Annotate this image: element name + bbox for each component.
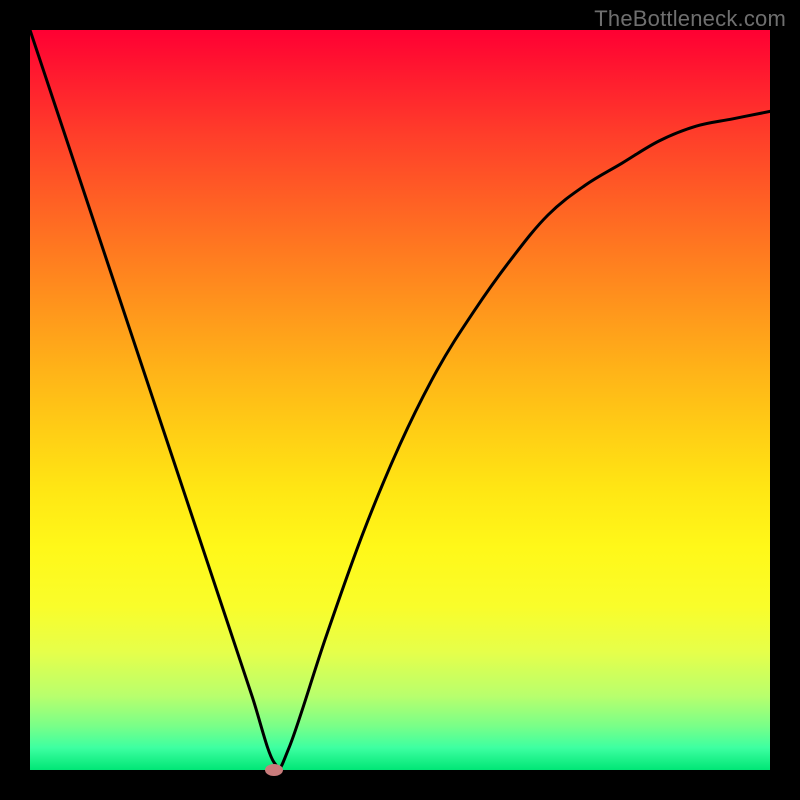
chart-frame: TheBottleneck.com	[0, 0, 800, 800]
plot-area	[30, 30, 770, 770]
curve-layer	[30, 30, 770, 770]
bottleneck-curve	[30, 30, 770, 768]
watermark-text: TheBottleneck.com	[594, 6, 786, 32]
optimum-marker	[265, 764, 283, 776]
